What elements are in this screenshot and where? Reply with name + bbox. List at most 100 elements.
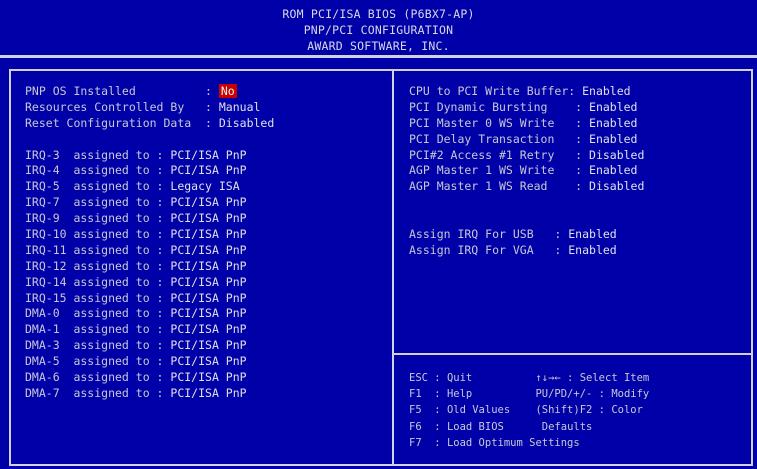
setting-label: IRQ-7 assigned to :	[25, 195, 171, 210]
help-desc2: Color	[611, 404, 643, 417]
setting-label: IRQ-10 assigned to :	[25, 227, 171, 242]
setting-label: IRQ-15 assigned to :	[25, 290, 171, 305]
irq-dma-row[interactable]: DMA-6 assigned to : PCI/ISA PnP	[25, 370, 274, 386]
setting-value[interactable]: Enabled	[589, 116, 637, 130]
setting-label: IRQ-3 assigned to :	[25, 147, 171, 162]
irq-dma-row[interactable]: DMA-5 assigned to : PCI/ISA PnP	[25, 354, 274, 370]
help-key: F7 :	[409, 436, 447, 449]
setting-value[interactable]: PCI/ISA PnP	[170, 338, 246, 352]
setting-row-reset-config[interactable]: Reset Configuration Data : Disabled	[25, 116, 274, 132]
irq-dma-row[interactable]: IRQ-4 assigned to : PCI/ISA PnP	[25, 163, 274, 179]
help-key2: ↑↓→← :	[535, 372, 580, 384]
setting-value[interactable]: PCI/ISA PnP	[170, 259, 246, 273]
pci-setting-row[interactable]: AGP Master 1 WS Read : Disabled	[409, 179, 644, 195]
irq-dma-row[interactable]: DMA-3 assigned to : PCI/ISA PnP	[25, 338, 274, 354]
setting-label: IRQ-12 assigned to :	[25, 258, 171, 273]
help-key: ESC :	[409, 372, 447, 384]
setting-value[interactable]: Disabled	[219, 116, 274, 130]
setting-label: DMA-0 assigned to :	[25, 306, 171, 321]
setting-label: PCI Dynamic Bursting :	[409, 99, 590, 114]
help-desc2: Defaults	[541, 420, 593, 433]
irq-dma-row[interactable]: IRQ-5 assigned to : Legacy ISA	[25, 179, 274, 195]
help-desc: Old Values	[446, 404, 536, 417]
irq-dma-row[interactable]: DMA-0 assigned to : PCI/ISA PnP	[25, 306, 274, 322]
setting-value[interactable]: PCI/ISA PnP	[170, 243, 246, 257]
irq-dma-row[interactable]: IRQ-15 assigned to : PCI/ISA PnP	[25, 291, 274, 307]
setting-value[interactable]: PCI/ISA PnP	[170, 370, 246, 384]
irq-assign-row[interactable]: Assign IRQ For VGA : Enabled	[409, 243, 644, 259]
setting-label: PCI#2 Access #1 Retry :	[409, 147, 590, 162]
irq-dma-list: IRQ-3 assigned to : PCI/ISA PnP IRQ-4 ass…	[25, 148, 274, 402]
irq-dma-row[interactable]: IRQ-12 assigned to : PCI/ISA PnP	[25, 259, 274, 275]
setting-row-resources[interactable]: Resources Controlled By : Manual	[25, 100, 274, 116]
setting-label: Resources Controlled By :	[25, 99, 219, 114]
left-panel: PNP OS Installed : No Resources Controll…	[25, 84, 274, 402]
setting-value[interactable]: Enabled	[568, 227, 616, 241]
setting-label: IRQ-4 assigned to :	[25, 163, 171, 178]
setting-value[interactable]: Enabled	[568, 243, 616, 257]
setting-label: DMA-5 assigned to :	[25, 354, 171, 369]
setting-value[interactable]: Legacy ISA	[170, 179, 239, 193]
help-key2: PU/PD/+/- :	[535, 388, 612, 401]
setting-value[interactable]: Enabled	[589, 100, 637, 114]
pci-setting-row[interactable]: CPU to PCI Write Buffer: Enabled	[409, 84, 644, 100]
irq-dma-row[interactable]: IRQ-14 assigned to : PCI/ISA PnP	[25, 275, 274, 291]
setting-value[interactable]: Manual	[219, 100, 261, 114]
setting-value[interactable]: PCI/ISA PnP	[170, 148, 246, 162]
setting-label: AGP Master 1 WS Write :	[409, 163, 590, 178]
setting-label: IRQ-14 assigned to :	[25, 274, 171, 289]
help-legend: ESC : Quit ↑↓→← : Select Item F1 : Help P…	[409, 370, 649, 451]
pci-settings-list: CPU to PCI Write Buffer: Enabled PCI Dyna…	[409, 84, 644, 195]
setting-value[interactable]: PCI/ISA PnP	[170, 227, 246, 241]
pci-setting-row[interactable]: PCI#2 Access #1 Retry : Disabled	[409, 148, 644, 164]
irq-dma-row[interactable]: DMA-7 assigned to : PCI/ISA PnP	[25, 386, 274, 402]
help-key: F6 :	[409, 420, 447, 433]
setting-value[interactable]: PCI/ISA PnP	[170, 354, 246, 368]
pci-setting-row[interactable]: PCI Master 0 WS Write : Enabled	[409, 116, 644, 132]
setting-label: IRQ-11 assigned to :	[25, 242, 171, 257]
setting-value[interactable]: PCI/ISA PnP	[170, 291, 246, 305]
irq-dma-row[interactable]: IRQ-3 assigned to : PCI/ISA PnP	[25, 148, 274, 164]
setting-label: PNP OS Installed :	[25, 84, 219, 98]
setting-value[interactable]: Disabled	[589, 179, 644, 193]
help-desc: Help	[446, 388, 536, 401]
setting-label: DMA-7 assigned to :	[25, 385, 171, 400]
setting-value[interactable]: PCI/ISA PnP	[170, 322, 246, 336]
pci-setting-row[interactable]: PCI Delay Transaction : Enabled	[409, 132, 644, 148]
setting-value-selected[interactable]: No	[218, 84, 237, 98]
help-key: F1 :	[409, 388, 447, 401]
setting-value[interactable]: Enabled	[582, 84, 630, 98]
setting-label: DMA-6 assigned to :	[25, 370, 171, 385]
setting-row-pnp-os[interactable]: PNP OS Installed : No	[25, 84, 274, 100]
irq-dma-row[interactable]: IRQ-10 assigned to : PCI/ISA PnP	[25, 227, 274, 243]
setting-value[interactable]: Enabled	[589, 132, 637, 146]
irq-dma-row[interactable]: IRQ-11 assigned to : PCI/ISA PnP	[25, 243, 274, 259]
help-row: F6 : Load BIOS Defaults	[409, 419, 649, 435]
irq-dma-row[interactable]: IRQ-9 assigned to : PCI/ISA PnP	[25, 211, 274, 227]
column-divider	[392, 69, 394, 466]
page-title: PNP/PCI CONFIGURATION	[303, 23, 454, 37]
setting-value[interactable]: PCI/ISA PnP	[170, 386, 246, 400]
irq-assign-list: Assign IRQ For USB : Enabled Assign IRQ F…	[409, 227, 644, 259]
setting-label: AGP Master 1 WS Read :	[409, 179, 590, 194]
setting-value[interactable]: PCI/ISA PnP	[170, 275, 246, 289]
irq-dma-row[interactable]: IRQ-7 assigned to : PCI/ISA PnP	[25, 195, 274, 211]
help-desc2: Select Item	[579, 372, 650, 384]
irq-dma-row[interactable]: DMA-1 assigned to : PCI/ISA PnP	[25, 322, 274, 338]
irq-assign-row[interactable]: Assign IRQ For USB : Enabled	[409, 227, 644, 243]
pci-setting-row[interactable]: AGP Master 1 WS Write : Enabled	[409, 163, 644, 179]
setting-value[interactable]: PCI/ISA PnP	[170, 195, 246, 209]
help-row: F1 : Help PU/PD/+/- : Modify	[409, 386, 649, 402]
pci-setting-row[interactable]: PCI Dynamic Bursting : Enabled	[409, 100, 644, 116]
help-row: F5 : Old Values (Shift)F2 : Color	[409, 402, 649, 418]
setting-value[interactable]: PCI/ISA PnP	[170, 211, 246, 225]
setting-label: IRQ-5 assigned to :	[25, 179, 171, 194]
setting-value[interactable]: PCI/ISA PnP	[170, 306, 246, 320]
bios-title: ROM PCI/ISA BIOS (P6BX7-AP)	[282, 7, 475, 21]
setting-value[interactable]: Enabled	[589, 163, 637, 177]
setting-value[interactable]: PCI/ISA PnP	[170, 163, 246, 177]
setting-value[interactable]: Disabled	[589, 148, 644, 162]
help-desc: Load Optimum Settings	[446, 436, 580, 449]
